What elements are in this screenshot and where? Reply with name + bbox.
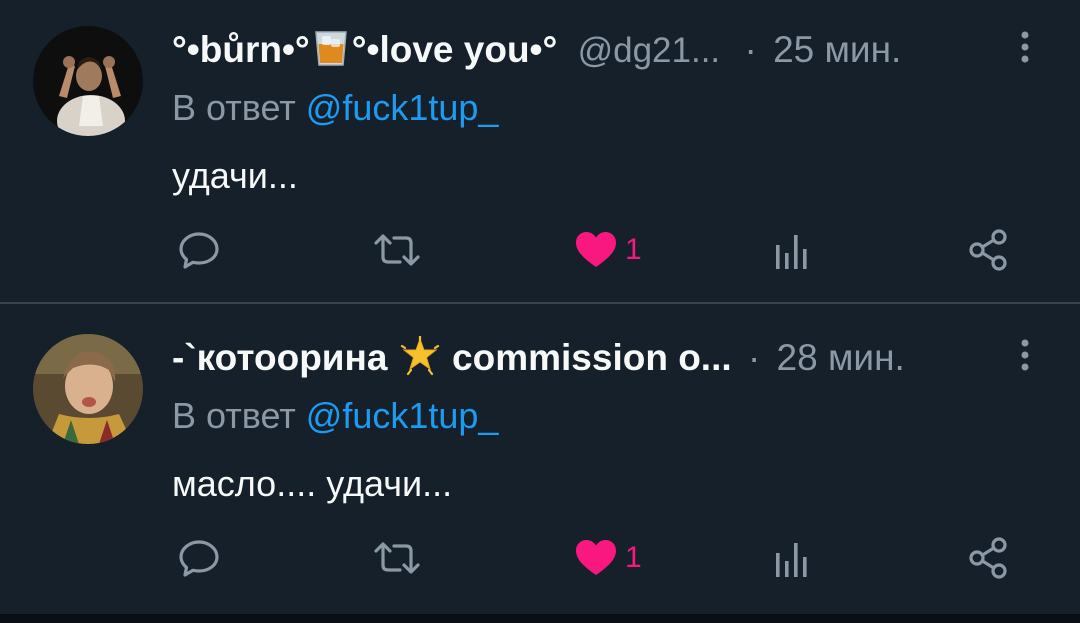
retweet-icon — [374, 542, 420, 574]
more-options-icon[interactable] — [1013, 336, 1037, 376]
comment-icon — [179, 232, 219, 269]
tweet-text: масло.... удачи... — [172, 463, 453, 504]
timestamp[interactable]: 28 мин. — [777, 337, 905, 378]
display-name[interactable]: -`котоорина — [172, 337, 387, 378]
avatar[interactable] — [33, 26, 143, 136]
reply-to-mention[interactable]: @fuck1tup_ — [306, 87, 499, 128]
reply-context: В ответ @fuck1tup_ — [172, 84, 498, 132]
comment-icon — [179, 540, 219, 577]
reply-tweet[interactable]: -`котоорина commission o... · 28 мин. В … — [0, 308, 1080, 610]
heart-filled-icon — [576, 232, 616, 267]
like-button[interactable]: 1 — [573, 534, 642, 582]
share-button[interactable] — [966, 534, 1012, 582]
glowing-star-icon — [400, 334, 440, 388]
display-name-suffix[interactable]: °•love you•° — [352, 29, 558, 70]
display-name[interactable]: °•bůrn•° — [172, 29, 310, 70]
reply-context: В ответ @fuck1tup_ — [172, 392, 498, 440]
like-count: 1 — [625, 233, 642, 266]
tweet-header: -`котоорина commission o... · 28 мин. — [172, 334, 1002, 382]
analytics-icon — [776, 543, 807, 577]
tweet-text: удачи... — [172, 155, 298, 196]
reply-to-mention[interactable]: @fuck1tup_ — [306, 395, 499, 436]
action-bar: 1 — [0, 534, 1080, 582]
bottom-divider — [0, 614, 1080, 623]
tweet-header: °•bůrn•° °•love you•° @dg21... · 25 мин. — [172, 26, 1002, 74]
reply-to-label: В ответ — [172, 87, 296, 128]
share-icon — [969, 229, 1007, 271]
reply-to-label: В ответ — [172, 395, 296, 436]
divider — [0, 302, 1080, 304]
reply-button[interactable] — [176, 534, 222, 582]
retweet-icon — [374, 234, 420, 266]
avatar[interactable] — [33, 334, 143, 444]
separator-dot: · — [744, 29, 757, 70]
retweet-button[interactable] — [370, 226, 424, 274]
separator-dot: · — [747, 337, 761, 378]
heart-filled-icon — [576, 540, 616, 575]
tumbler-glass-icon — [312, 28, 350, 80]
reply-button[interactable] — [176, 226, 222, 274]
timestamp[interactable]: 25 мин. — [773, 29, 901, 70]
share-icon — [969, 537, 1007, 579]
user-handle[interactable]: @dg21... — [578, 31, 721, 70]
views-button[interactable] — [770, 226, 814, 274]
action-bar: 1 — [0, 226, 1080, 274]
display-name-suffix[interactable]: commission o... — [452, 337, 732, 378]
more-options-icon[interactable] — [1013, 28, 1037, 68]
reply-tweet[interactable]: °•bůrn•° °•love you•° @dg21... · 25 мин.… — [0, 0, 1080, 302]
like-button[interactable]: 1 — [573, 226, 642, 274]
share-button[interactable] — [966, 226, 1012, 274]
analytics-icon — [776, 235, 807, 269]
like-count: 1 — [625, 541, 642, 574]
retweet-button[interactable] — [370, 534, 424, 582]
views-button[interactable] — [770, 534, 814, 582]
